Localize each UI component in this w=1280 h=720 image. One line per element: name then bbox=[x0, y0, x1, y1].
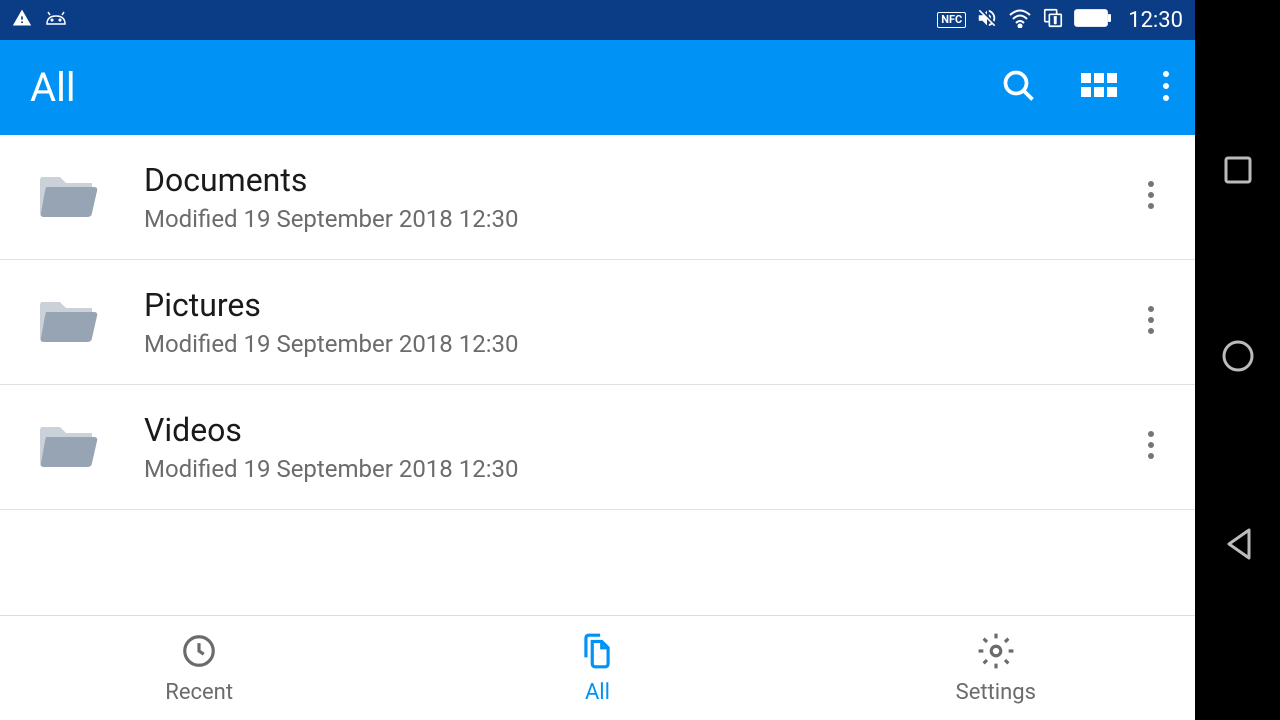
item-title: Documents bbox=[144, 161, 1131, 199]
item-more-icon[interactable] bbox=[1131, 164, 1171, 230]
files-icon bbox=[578, 632, 616, 674]
nav-label: Settings bbox=[956, 680, 1036, 705]
nav-label: All bbox=[585, 680, 610, 705]
list-item[interactable]: Pictures Modified 19 September 2018 12:3… bbox=[0, 260, 1195, 385]
bottom-nav: Recent All Settings bbox=[0, 615, 1195, 720]
folder-icon bbox=[36, 294, 100, 350]
item-subtitle: Modified 19 September 2018 12:30 bbox=[144, 205, 1131, 233]
folder-list: Documents Modified 19 September 2018 12:… bbox=[0, 135, 1195, 615]
nav-label: Recent bbox=[165, 680, 233, 705]
gear-icon bbox=[977, 632, 1015, 674]
nav-all[interactable]: All bbox=[398, 616, 796, 720]
item-more-icon[interactable] bbox=[1131, 289, 1171, 355]
status-bar: NFC ! 12:30 bbox=[0, 0, 1195, 40]
android-icon bbox=[44, 10, 68, 30]
warning-icon bbox=[12, 8, 32, 32]
folder-icon bbox=[36, 419, 100, 475]
item-subtitle: Modified 19 September 2018 12:30 bbox=[144, 455, 1131, 483]
list-item[interactable]: Documents Modified 19 September 2018 12:… bbox=[0, 135, 1195, 260]
item-subtitle: Modified 19 September 2018 12:30 bbox=[144, 330, 1131, 358]
system-nav-bar bbox=[1195, 0, 1280, 720]
nav-settings[interactable]: Settings bbox=[797, 616, 1195, 720]
home-button[interactable] bbox=[1221, 339, 1255, 377]
item-more-icon[interactable] bbox=[1131, 414, 1171, 480]
status-clock: 12:30 bbox=[1128, 8, 1183, 33]
nfc-icon: NFC bbox=[937, 12, 966, 28]
app-bar: All bbox=[0, 40, 1195, 135]
item-title: Videos bbox=[144, 411, 1131, 449]
recents-button[interactable] bbox=[1223, 155, 1253, 189]
search-icon[interactable] bbox=[1001, 68, 1037, 108]
battery-icon bbox=[1074, 8, 1112, 32]
folder-icon bbox=[36, 169, 100, 225]
clock-icon bbox=[180, 632, 218, 674]
item-title: Pictures bbox=[144, 286, 1131, 324]
svg-text:!: ! bbox=[1054, 17, 1056, 27]
grid-view-icon[interactable] bbox=[1081, 71, 1117, 105]
mute-icon bbox=[976, 7, 998, 33]
nav-recent[interactable]: Recent bbox=[0, 616, 398, 720]
sim-icon: ! bbox=[1042, 7, 1064, 33]
back-button[interactable] bbox=[1223, 527, 1253, 565]
list-item[interactable]: Videos Modified 19 September 2018 12:30 bbox=[0, 385, 1195, 510]
more-icon[interactable] bbox=[1161, 69, 1171, 107]
wifi-icon bbox=[1008, 8, 1032, 32]
page-title: All bbox=[30, 64, 76, 111]
